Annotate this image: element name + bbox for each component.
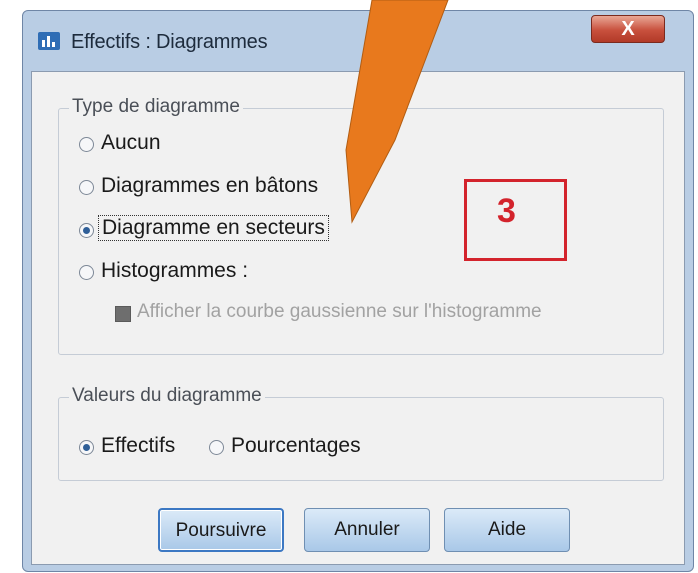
dialog-body: Type de diagramme Aucun Diagrammes en bâ… [31, 71, 685, 565]
continue-button[interactable]: Poursuivre [158, 508, 284, 552]
radio-bar-charts-indicator[interactable] [79, 180, 94, 195]
annotation-step-number: 3 [497, 192, 516, 230]
radio-frequencies-label: Effectifs [101, 434, 176, 457]
chart-type-group-label: Type de diagramme [69, 96, 243, 118]
chart-type-group: Type de diagramme Aucun Diagrammes en bâ… [58, 96, 664, 355]
app-icon [38, 32, 60, 50]
cancel-button[interactable]: Annuler [304, 508, 430, 552]
radio-none-label: Aucun [101, 131, 161, 154]
radio-percentages-indicator[interactable] [209, 440, 224, 455]
radio-pie-charts-label: Diagramme en secteurs [98, 215, 329, 241]
radio-pie-charts-indicator[interactable] [79, 223, 94, 238]
normal-curve-checkbox-label: Afficher la courbe gaussienne sur l'hist… [137, 301, 542, 322]
window-title: Effectifs : Diagrammes [71, 31, 268, 53]
help-button[interactable]: Aide [444, 508, 570, 552]
chart-values-group: Valeurs du diagramme Effectifs Pourcenta… [58, 385, 664, 481]
chart-values-group-label: Valeurs du diagramme [69, 385, 265, 407]
close-icon: X [621, 18, 635, 40]
title-bar[interactable]: Effectifs : Diagrammes X [23, 11, 693, 71]
radio-percentages-label: Pourcentages [231, 434, 361, 457]
dialog-window: Effectifs : Diagrammes X Type de diagram… [22, 10, 694, 572]
close-button[interactable]: X [591, 15, 665, 43]
radio-frequencies-indicator[interactable] [79, 440, 94, 455]
radio-histograms-indicator[interactable] [79, 265, 94, 280]
radio-histograms-label: Histogrammes : [101, 259, 249, 282]
normal-curve-checkbox-box[interactable] [115, 306, 131, 322]
radio-bar-charts-label: Diagrammes en bâtons [101, 174, 319, 197]
radio-none-indicator[interactable] [79, 137, 94, 152]
annotation-step-box: 3 [464, 179, 567, 261]
